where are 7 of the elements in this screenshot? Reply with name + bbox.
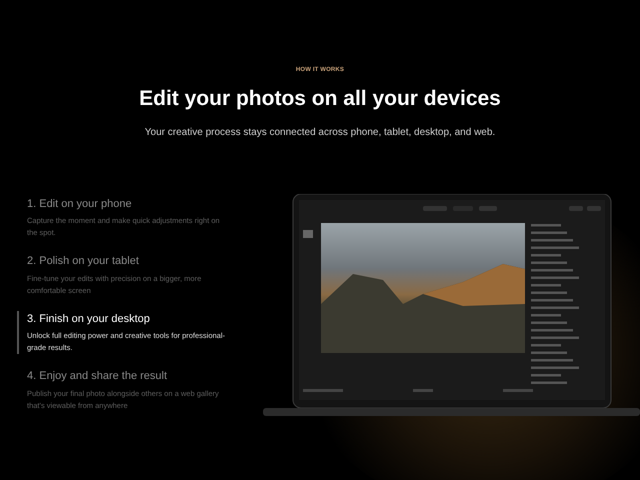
section-subtitle: Your creative process stays connected across phone, tablet, desktop, and web.: [144, 126, 496, 140]
step-title[interactable]: 1. Edit on your phone: [27, 196, 232, 212]
step-indicator: [17, 310, 19, 354]
section-title: Edit your photos on all your devices: [139, 86, 501, 112]
step-title[interactable]: 2. Polish on your tablet: [27, 253, 232, 270]
step-title[interactable]: 3. Finish on your desktop: [27, 310, 232, 327]
step-title[interactable]: 4. Enjoy and share the result: [27, 368, 232, 384]
